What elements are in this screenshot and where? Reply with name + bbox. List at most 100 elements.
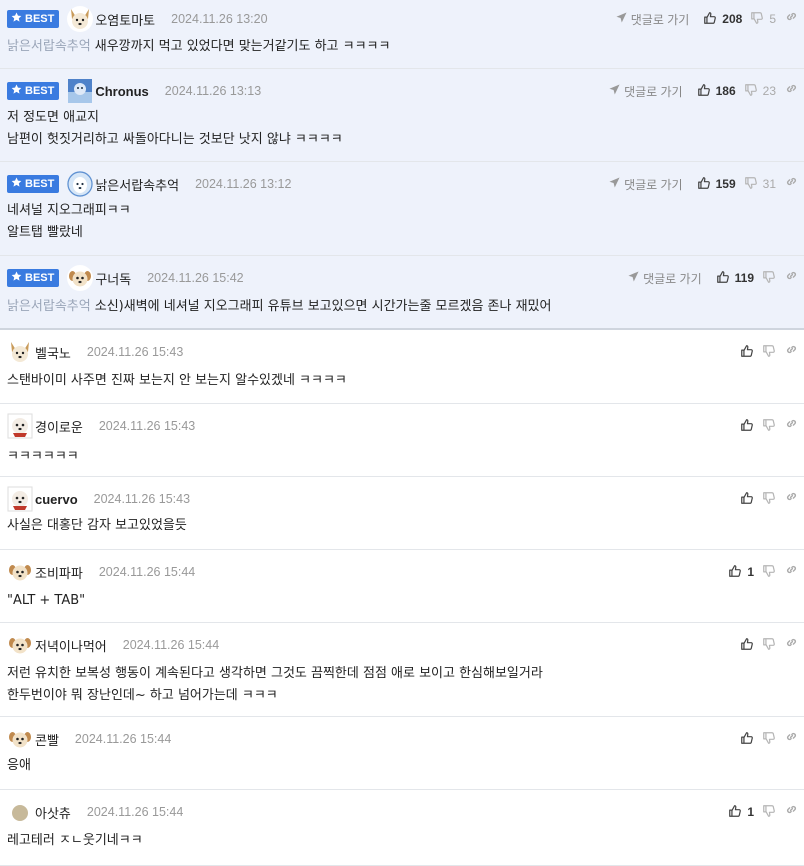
upvote-button[interactable]: 119	[716, 270, 754, 287]
avatar[interactable]	[7, 559, 33, 585]
star-icon	[11, 271, 25, 285]
comment-line: 스탠바이미 사주면 진짜 보는지 안 보는지 알수있겠네 ㅋㅋㅋㅋ	[7, 373, 347, 388]
link-icon	[785, 563, 798, 580]
reply-link[interactable]: 댓글로 가기	[616, 11, 689, 28]
star-icon	[11, 84, 25, 98]
nickname[interactable]: 오염토마토	[95, 10, 155, 29]
upvote-button[interactable]	[740, 731, 754, 748]
thumbs-down-icon	[762, 731, 776, 748]
reply-link[interactable]: 댓글로 가기	[609, 176, 683, 193]
upvote-button[interactable]: 1	[728, 804, 754, 821]
thumbs-up-icon	[728, 564, 742, 581]
nickname[interactable]: 저녁이나먹어	[35, 636, 107, 655]
comment-item: 콘빨 2024.11.26 15:44 응애	[0, 717, 804, 790]
link-icon	[785, 82, 798, 99]
thumbs-down-icon	[762, 564, 776, 581]
reply-mention[interactable]: 낡은서랍속추억	[7, 299, 91, 314]
upvote-button[interactable]	[740, 418, 754, 435]
downvote-button[interactable]	[762, 491, 776, 508]
avatar[interactable]	[67, 78, 93, 104]
link-icon	[785, 343, 798, 360]
nickname[interactable]: 벨국노	[35, 343, 71, 362]
comment-line: 낡은서랍속추억 새우깡까지 먹고 있었다면 맞는거같기도 하고 ㅋㅋㅋㅋ	[7, 39, 391, 54]
comment-actions: 1	[728, 802, 798, 822]
upvote-button[interactable]: 159	[697, 176, 736, 193]
downvote-button[interactable]	[762, 637, 776, 654]
share-link-button[interactable]	[785, 563, 798, 581]
upvote-button[interactable]	[740, 491, 754, 508]
nickname[interactable]: 아삿츄	[35, 803, 71, 822]
avatar[interactable]	[67, 265, 94, 291]
comment-item: 아삿츄 2024.11.26 15:44 1 레고테러 ㅈㄴ웃기네ㅋㅋ	[0, 790, 804, 866]
comment-header: 조비파파 2024.11.26 15:44	[7, 559, 804, 585]
avatar[interactable]	[7, 486, 33, 512]
upvote-button[interactable]: 1	[728, 564, 754, 581]
reply-link[interactable]: 댓글로 가기	[628, 270, 702, 287]
avatar[interactable]	[67, 6, 94, 32]
avatar[interactable]	[7, 413, 33, 439]
downvote-button[interactable]	[762, 344, 776, 361]
share-link-button[interactable]	[785, 82, 798, 100]
thumbs-down-icon	[762, 270, 776, 287]
send-arrow-icon	[609, 84, 624, 98]
downvote-button[interactable]: 23	[744, 83, 776, 100]
share-link-button[interactable]	[785, 636, 798, 654]
share-link-button[interactable]	[785, 10, 798, 28]
downvote-button[interactable]	[762, 804, 776, 821]
nickname[interactable]: 콘빨	[35, 730, 59, 749]
upvote-button[interactable]: 208	[703, 11, 742, 28]
share-link-button[interactable]	[785, 730, 798, 748]
downvote-button[interactable]	[762, 731, 776, 748]
share-link-button[interactable]	[785, 175, 798, 193]
upvote-button[interactable]	[740, 637, 754, 654]
upvote-button[interactable]: 186	[697, 83, 736, 100]
comment-line: 레고테러 ㅈㄴ웃기네ㅋㅋ	[7, 833, 143, 848]
downvote-button[interactable]	[762, 270, 776, 287]
comment-body: 응애	[7, 755, 794, 777]
nickname[interactable]: cuervo	[35, 492, 78, 507]
comment-line: "ALT + TAB"	[7, 593, 86, 608]
share-link-button[interactable]	[785, 417, 798, 435]
share-link-button[interactable]	[785, 490, 798, 508]
comment-header: 벨국노 2024.11.26 15:43	[7, 339, 804, 365]
upvote-button[interactable]	[740, 344, 754, 361]
avatar[interactable]	[7, 726, 33, 752]
comment-header: 경이로운 2024.11.26 15:43	[7, 413, 804, 439]
comment-item: BEST 낡은서랍속추억 2024.11.26 13:12 댓글로 가기 159 31 네셔…	[0, 162, 804, 256]
downvote-button[interactable]	[762, 418, 776, 435]
comment-body: 사실은 대홍단 감자 보고있었을듯	[7, 515, 794, 537]
comment-item: 벨국노 2024.11.26 15:43 스탠바이미 사주면 진짜 보는지 안 보는…	[0, 330, 804, 404]
reply-mention[interactable]: 낡은서랍속추억	[7, 39, 91, 54]
star-icon	[11, 12, 25, 26]
link-icon	[785, 175, 798, 192]
nickname[interactable]: 경이로운	[35, 417, 83, 436]
downvote-count: 23	[762, 84, 776, 98]
downvote-button[interactable]: 5	[750, 11, 776, 28]
thumbs-up-icon	[740, 491, 754, 508]
link-icon	[785, 269, 798, 286]
thumbs-down-icon	[762, 804, 776, 821]
comment-actions	[740, 635, 798, 655]
avatar[interactable]	[7, 339, 33, 365]
avatar[interactable]	[67, 171, 94, 197]
avatar[interactable]	[7, 632, 33, 658]
share-link-button[interactable]	[785, 269, 798, 287]
share-link-button[interactable]	[785, 343, 798, 361]
reply-link[interactable]: 댓글로 가기	[609, 83, 683, 100]
comment-body: 낡은서랍속추억 소신)새벽에 네셔널 지오그래피 유튜브 보고있으면 시간가는줄 …	[7, 296, 794, 318]
share-link-button[interactable]	[785, 803, 798, 821]
thumbs-up-icon	[740, 344, 754, 361]
nickname[interactable]: Chronus	[95, 84, 148, 99]
comment-line: 사실은 대홍단 감자 보고있었을듯	[7, 518, 187, 533]
nickname[interactable]: 조비파파	[35, 563, 83, 582]
avatar[interactable]	[7, 799, 33, 825]
nickname[interactable]: 낡은서랍속추억	[95, 175, 179, 194]
downvote-button[interactable]: 31	[744, 176, 776, 193]
downvote-button[interactable]	[762, 564, 776, 581]
comment-item: BEST 오염토마토 2024.11.26 13:20 댓글로 가기 208 5 낡은서랍속…	[0, 0, 804, 69]
nickname[interactable]: 구너독	[95, 269, 131, 288]
comment-body: "ALT + TAB"	[7, 590, 794, 612]
upvote-count: 1	[747, 565, 754, 579]
link-icon	[785, 490, 798, 507]
comment-item: 조비파파 2024.11.26 15:44 1 "ALT + TAB"	[0, 550, 804, 623]
